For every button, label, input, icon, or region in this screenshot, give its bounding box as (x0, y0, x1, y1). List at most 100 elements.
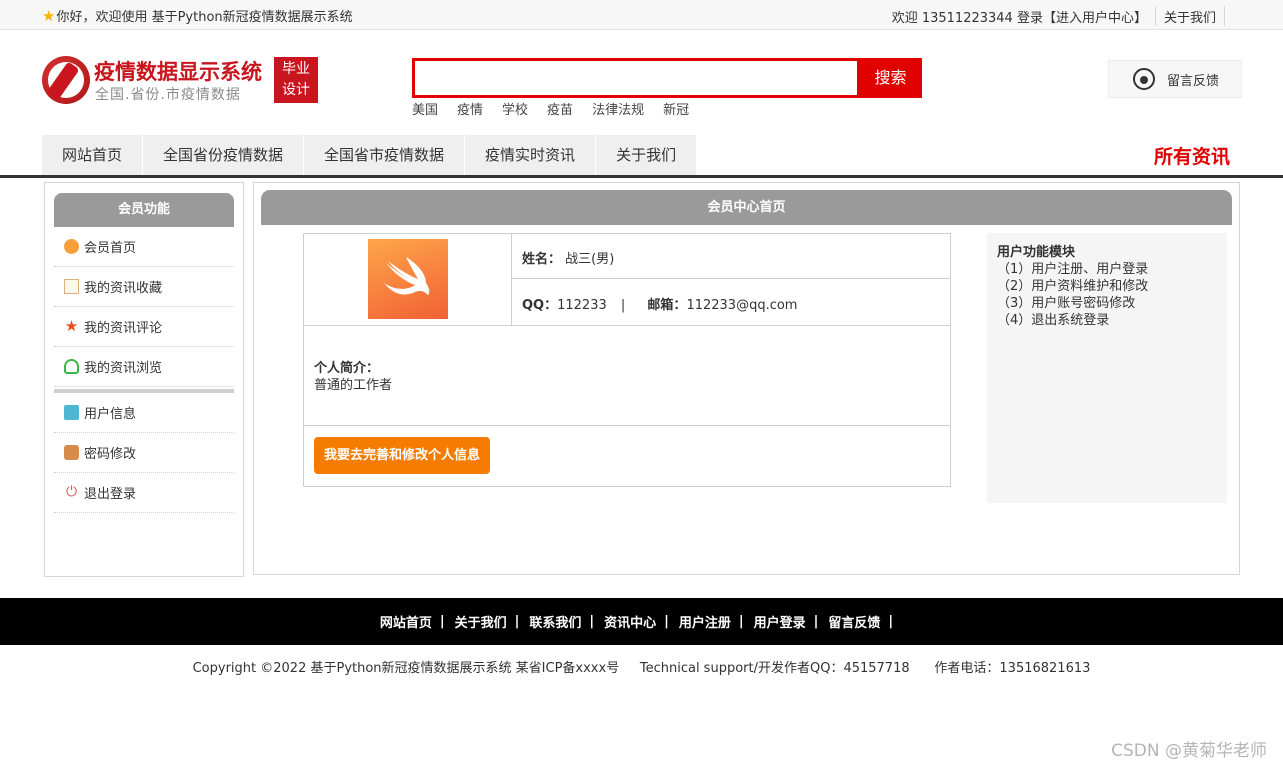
divider (1224, 6, 1225, 26)
intro-label: 个人简介： (314, 361, 380, 376)
divider (1154, 6, 1156, 26)
sidebar-item-label: 退出登录 (84, 487, 137, 502)
lock-icon (64, 445, 79, 460)
hot-keyword[interactable]: 美国 (412, 99, 438, 118)
footer-link-news[interactable]: 资讯中心 (604, 612, 656, 631)
nav-divider (0, 175, 1283, 178)
graduation-badge: 毕业 设计 (274, 57, 318, 103)
footer-nav: 网站首页 | 关于我们 | 联系我们 | 资讯中心 | 用户注册 | 用户登录 | 留言反馈… (0, 598, 1283, 645)
power-icon: ⏻ (65, 484, 78, 500)
name-row: 姓名： 战三(男) (512, 234, 950, 279)
star-icon: ★ (64, 317, 79, 335)
document-icon (64, 279, 79, 294)
logo-icon[interactable] (42, 56, 90, 104)
footer-link-contact[interactable]: 联系我们 (529, 612, 581, 631)
function-module-panel: 用户功能模块 （1）用户注册、用户登录 （2）用户资料维护和修改 （3）用户账号… (987, 233, 1227, 503)
logged-in-user: 欢迎 13511223344 登录 (891, 10, 1043, 26)
intro-row: 个人简介： 普通的工作者 (304, 325, 950, 426)
sidebar-item-logout[interactable]: ⏻ 退出登录 (54, 473, 234, 513)
sidebar-item-label: 我的资讯收藏 (84, 281, 163, 296)
panel-title: 会员中心首页 (261, 190, 1232, 225)
email-value: 112233@qq.com (686, 298, 798, 313)
search-button[interactable]: 搜索 (859, 58, 922, 98)
welcome-text: 你好，欢迎使用 基于Python新冠疫情数据展示系统 (56, 10, 353, 25)
qq-value: 112233 (557, 298, 607, 313)
footer-divider: | (664, 614, 669, 629)
top-bar: ★ 你好，欢迎使用 基于Python新冠疫情数据展示系统 欢迎 13511223… (0, 0, 1283, 30)
sidebar-item-label: 用户信息 (84, 407, 137, 422)
brand-subtitle: 全国.省份.市疫情数据 (95, 87, 241, 103)
sidebar-item-label: 密码修改 (84, 447, 137, 462)
feedback-label: 留言反馈 (1167, 73, 1220, 89)
function-item: （4）退出系统登录 (997, 313, 1110, 328)
headset-icon (1133, 68, 1155, 90)
top-user-links: 欢迎 13511223344 登录 【进入用户中心】 关于我们 (892, 6, 1233, 26)
location-icon (64, 359, 79, 374)
member-sidebar: 会员功能 会员首页 我的资讯收藏 ★ 我的资讯评论 我的资讯浏览 用户信息 密码… (44, 182, 244, 577)
member-center-panel: 会员中心首页 姓名： 战三(男) QQ：112233 | 邮箱：112233@q… (253, 182, 1240, 575)
profile-card: 姓名： 战三(男) QQ：112233 | 邮箱：112233@qq.com 个… (303, 233, 951, 487)
avatar-cell (304, 234, 512, 325)
email-label: 邮箱： (647, 298, 687, 313)
badge-line-1: 毕业 (282, 61, 310, 77)
footer-divider: | (813, 614, 819, 629)
footer-link-register[interactable]: 用户注册 (679, 612, 731, 631)
sidebar-item-label: 会员首页 (84, 241, 137, 256)
hot-keywords: 美国 疫情 学校 疫苗 法律法规 新冠 (412, 99, 708, 118)
star-icon: ★ (42, 6, 56, 25)
hot-keyword[interactable]: 学校 (502, 99, 528, 118)
feedback-button[interactable]: 留言反馈 (1108, 60, 1242, 98)
nav-item-home[interactable]: 网站首页 (42, 135, 144, 175)
qq-label: QQ： (522, 298, 558, 313)
sidebar-item-label: 我的资讯浏览 (84, 361, 163, 376)
function-item: （2）用户资料维护和修改 (997, 279, 1149, 294)
hot-keyword[interactable]: 疫苗 (547, 99, 573, 118)
brand-title: 疫情数据显示系统 (94, 60, 262, 84)
nav-item-about[interactable]: 关于我们 (596, 135, 698, 175)
footer-divider: | (439, 614, 445, 629)
hot-keyword[interactable]: 法律法规 (592, 99, 644, 118)
function-item: （1）用户注册、用户登录 (997, 262, 1149, 277)
top-about-link[interactable]: 关于我们 (1164, 7, 1216, 26)
sidebar-item-label: 我的资讯评论 (84, 321, 163, 336)
sidebar-item-user-info[interactable]: 用户信息 (54, 393, 234, 433)
footer-divider: | (888, 614, 894, 629)
edit-profile-button[interactable]: 我要去完善和修改个人信息 (314, 437, 490, 474)
main-nav: 网站首页 全国省份疫情数据 全国省市疫情数据 疫情实时资讯 关于我们 (42, 135, 698, 175)
nav-item-city-data[interactable]: 全国省市疫情数据 (304, 135, 466, 175)
footer-divider: | (514, 614, 520, 629)
nav-item-province-data[interactable]: 全国省份疫情数据 (143, 135, 305, 175)
hot-keyword[interactable]: 疫情 (457, 99, 483, 118)
sidebar-title: 会员功能 (54, 193, 234, 227)
footer-divider: | (589, 614, 595, 629)
sidebar-item-member-home[interactable]: 会员首页 (54, 227, 234, 267)
contact-separator: | (620, 298, 626, 313)
footer-link-home[interactable]: 网站首页 (380, 612, 432, 631)
name-value: 战三(男) (565, 252, 615, 267)
name-label: 姓名： (522, 252, 562, 267)
avatar (368, 239, 448, 319)
footer-link-about[interactable]: 关于我们 (455, 612, 507, 631)
badge-line-2: 设计 (282, 82, 310, 98)
footer-link-login[interactable]: 用户登录 (754, 612, 806, 631)
all-news-link[interactable]: 所有资讯 (1154, 142, 1230, 169)
function-item: （3）用户账号密码修改 (997, 296, 1136, 311)
sidebar-item-password[interactable]: 密码修改 (54, 433, 234, 473)
watermark: CSDN @黄菊华老师 (1111, 741, 1267, 761)
search-input[interactable] (412, 58, 860, 98)
sidebar-item-history[interactable]: 我的资讯浏览 (54, 347, 234, 387)
sidebar-item-favorites[interactable]: 我的资讯收藏 (54, 267, 234, 307)
contact-row: QQ：112233 | 邮箱：112233@qq.com (512, 279, 950, 325)
intro-value: 普通的工作者 (314, 378, 393, 393)
footer-link-feedback[interactable]: 留言反馈 (828, 612, 880, 631)
hot-keyword[interactable]: 新冠 (663, 99, 689, 118)
user-center-link[interactable]: 【进入用户中心】 (1043, 7, 1147, 26)
function-title: 用户功能模块 (997, 245, 1076, 260)
nav-item-realtime-news[interactable]: 疫情实时资讯 (465, 135, 597, 175)
sidebar-item-comments[interactable]: ★ 我的资讯评论 (54, 307, 234, 347)
home-icon (64, 239, 79, 254)
copyright-text: Copyright ©2022 基于Python新冠疫情数据展示系统 某省ICP… (192, 661, 1091, 676)
clipboard-icon (64, 405, 79, 420)
footer-divider: | (738, 614, 744, 629)
welcome-message: ★ 你好，欢迎使用 基于Python新冠疫情数据展示系统 (42, 6, 353, 26)
